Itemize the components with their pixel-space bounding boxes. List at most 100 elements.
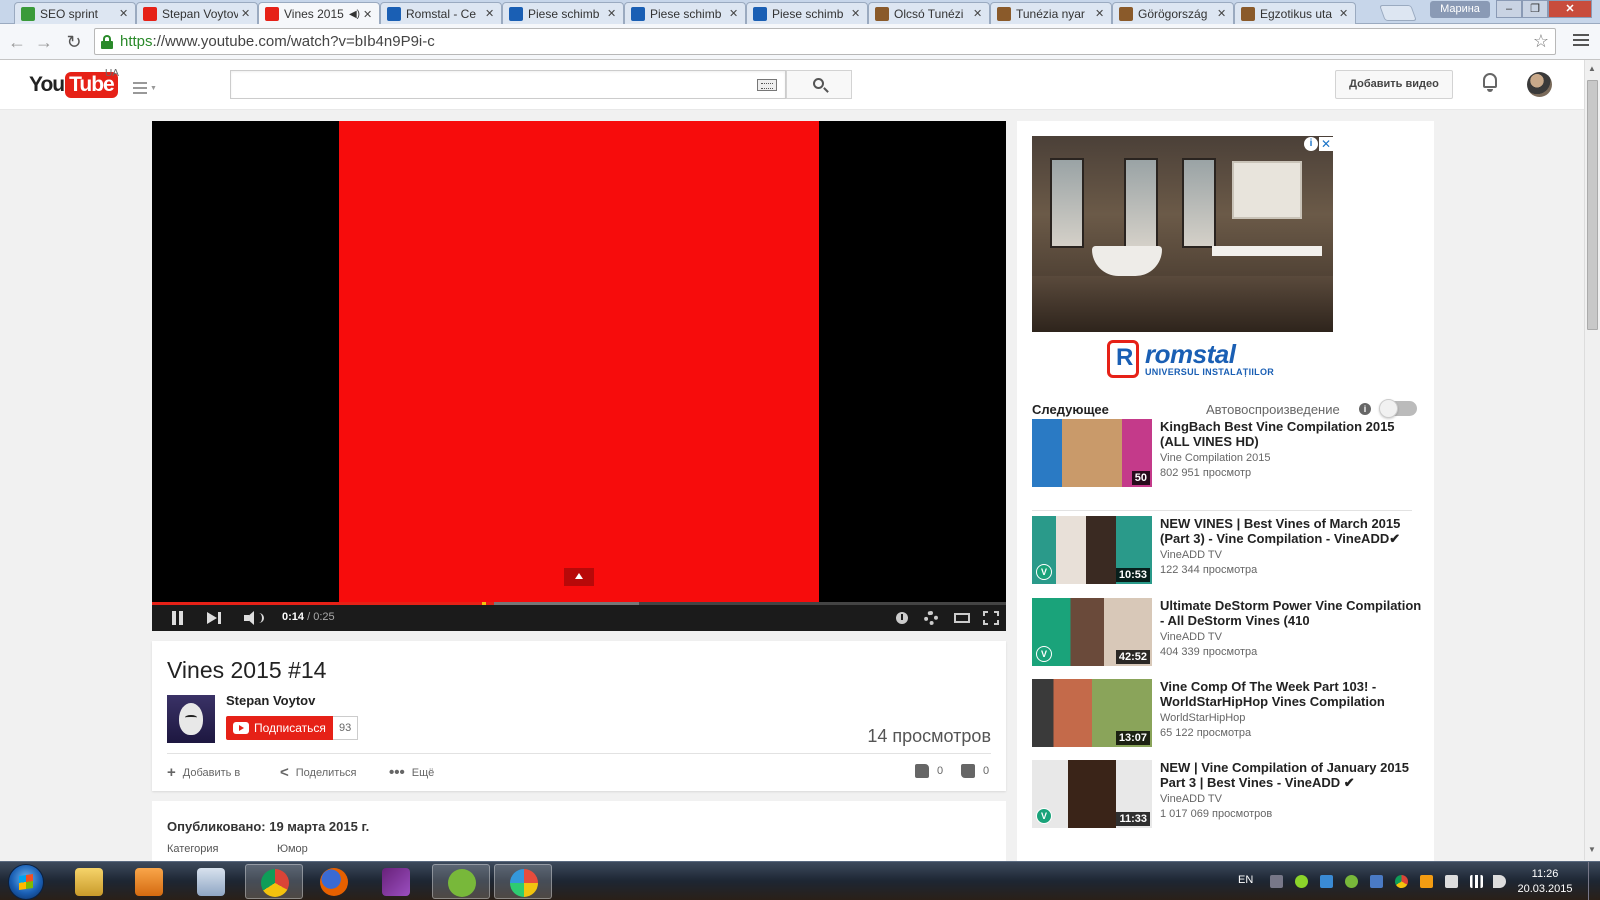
taskbar-calculator[interactable] <box>182 864 240 899</box>
new-tab-button[interactable] <box>1379 5 1417 21</box>
search-button[interactable] <box>786 70 852 99</box>
minimize-button[interactable]: – <box>1496 0 1522 18</box>
related-video-title[interactable]: Vine Comp Of The Week Part 103! - WorldS… <box>1160 679 1422 709</box>
url-text[interactable]: https://www.youtube.com/watch?v=bIb4n9P9… <box>120 33 435 50</box>
upload-button[interactable]: Добавить видео <box>1335 70 1453 99</box>
tray-rss-icon[interactable] <box>1420 875 1433 888</box>
related-video-title[interactable]: Ultimate DeStorm Power Vine Compilation … <box>1160 598 1422 628</box>
maximize-button[interactable]: ❐ <box>1522 0 1548 18</box>
guide-menu-icon[interactable] <box>133 82 147 97</box>
scroll-thumb[interactable] <box>1587 80 1598 330</box>
autoplay-toggle[interactable] <box>1379 399 1417 418</box>
related-video-title[interactable]: NEW | Vine Compilation of January 2015 P… <box>1160 760 1422 790</box>
close-window-button[interactable]: ✕ <box>1548 0 1592 18</box>
autoplay-info-icon[interactable]: i <box>1359 403 1371 415</box>
browser-tab[interactable]: Piese schimb ✕ <box>502 2 624 24</box>
related-video-item[interactable]: V 10:53 NEW VINES | Best Vines of March 20… <box>1032 516 1422 586</box>
youtube-logo[interactable]: You Tube UA <box>29 68 119 98</box>
video-player[interactable]: 0:14 / 0:25 <box>152 121 1006 631</box>
scroll-down-icon[interactable]: ▼ <box>1588 845 1596 854</box>
subscribe-button[interactable]: Подписаться <box>226 716 334 740</box>
add-to-button[interactable]: + Добавить в <box>167 764 240 781</box>
related-video-title[interactable]: NEW VINES | Best Vines of March 2015 (Pa… <box>1160 516 1422 546</box>
video-thumbnail[interactable]: 13:07 <box>1032 679 1152 747</box>
video-thumbnail[interactable]: 50 <box>1032 419 1152 487</box>
system-clock[interactable]: 11:26 20.03.2015 <box>1515 867 1575 897</box>
tab-close-icon[interactable]: ✕ <box>607 7 617 20</box>
browser-menu-icon[interactable] <box>1573 34 1589 48</box>
keyboard-icon[interactable] <box>757 79 777 91</box>
related-video-item[interactable]: V 42:52 Ultimate DeStorm Power Vine Compil… <box>1032 598 1422 668</box>
tab-close-icon[interactable]: ✕ <box>1339 7 1349 20</box>
tray-plus-icon[interactable] <box>1295 875 1308 888</box>
channel-name[interactable]: Stepan Voytov <box>226 693 315 708</box>
tray-battery-icon[interactable] <box>1445 875 1458 888</box>
share-button[interactable]: < Поделиться <box>280 764 357 781</box>
browser-tab[interactable]: Piese schimb ✕ <box>746 2 868 24</box>
scroll-up-icon[interactable]: ▲ <box>1588 64 1596 73</box>
romstal-logo[interactable]: romstal UNIVERSUL INSTALAȚIILOR <box>1107 340 1274 378</box>
tab-close-icon[interactable]: ✕ <box>729 7 739 20</box>
browser-tab[interactable]: SEO sprint ✕ <box>14 2 136 24</box>
address-bar[interactable]: https://www.youtube.com/watch?v=bIb4n9P9… <box>94 28 1556 55</box>
taskbar-utorrent[interactable] <box>432 864 490 899</box>
forward-arrow-icon[interactable]: → <box>33 32 55 53</box>
tray-utorrent-icon[interactable] <box>1345 875 1358 888</box>
tab-close-icon[interactable]: ✕ <box>851 7 861 20</box>
ad-info-icon[interactable]: i <box>1304 137 1318 151</box>
more-button[interactable]: ••• Ещё <box>389 764 434 781</box>
reload-icon[interactable]: ↻ <box>63 32 85 53</box>
browser-tab[interactable]: Görögország ✕ <box>1112 2 1234 24</box>
tab-close-icon[interactable]: ✕ <box>241 7 251 20</box>
bookmark-star-icon[interactable]: ☆ <box>1533 31 1549 52</box>
tray-chrome-icon[interactable] <box>1395 875 1408 888</box>
tray-device-icon[interactable] <box>1370 875 1383 888</box>
dislike-button[interactable]: 0 <box>961 764 989 778</box>
theater-mode-icon[interactable] <box>954 613 970 623</box>
account-avatar[interactable] <box>1527 72 1552 97</box>
annotation-expand-button[interactable] <box>564 568 594 586</box>
browser-profile[interactable]: Марина <box>1430 1 1490 18</box>
video-thumbnail[interactable]: V 42:52 <box>1032 598 1152 666</box>
tray-network-icon[interactable] <box>1320 875 1333 888</box>
browser-tab[interactable]: Piese schimb ✕ <box>624 2 746 24</box>
info-icon[interactable] <box>896 612 908 624</box>
volume-icon[interactable] <box>244 611 264 625</box>
tab-close-icon[interactable]: ✕ <box>485 7 495 20</box>
language-indicator[interactable]: EN <box>1238 874 1253 886</box>
taskbar-firefox[interactable] <box>305 864 363 899</box>
ad-close-icon[interactable]: ✕ <box>1319 137 1333 151</box>
video-thumbnail[interactable]: V 10:53 <box>1032 516 1152 584</box>
tab-close-icon[interactable]: ✕ <box>973 7 983 20</box>
settings-gear-icon[interactable] <box>924 611 938 625</box>
start-button[interactable] <box>8 864 44 900</box>
taskbar-visual-studio[interactable] <box>367 864 425 899</box>
related-video-item[interactable]: 50 KingBach Best Vine Compilation 2015 (A… <box>1032 419 1422 489</box>
show-desktop-button[interactable] <box>1588 862 1600 900</box>
taskbar-paint[interactable] <box>494 864 552 899</box>
notifications-bell-icon[interactable] <box>1482 73 1498 93</box>
channel-avatar[interactable] <box>167 695 215 743</box>
browser-tab[interactable]: Tunézia nyar ✕ <box>990 2 1112 24</box>
tab-close-icon[interactable]: ✕ <box>1217 7 1227 20</box>
next-icon[interactable] <box>207 611 223 625</box>
browser-tab[interactable]: Romstal - Ce ✕ <box>380 2 502 24</box>
signal-bars-icon[interactable] <box>1470 875 1483 888</box>
browser-tab[interactable]: Vines 2015 ◀) ✕ <box>258 2 380 25</box>
video-frame[interactable] <box>339 121 819 603</box>
speaker-icon[interactable] <box>1493 875 1506 888</box>
tab-audio-icon[interactable]: ◀) <box>349 9 360 20</box>
pause-icon[interactable] <box>172 611 184 625</box>
browser-tab[interactable]: Egzotikus uta ✕ <box>1234 2 1356 24</box>
taskbar-chrome[interactable] <box>245 864 303 899</box>
page-scrollbar[interactable]: ▲ ▼ <box>1584 60 1600 860</box>
tab-close-icon[interactable]: ✕ <box>1095 7 1105 20</box>
related-video-item[interactable]: V 11:33 NEW | Vine Compilation of January … <box>1032 760 1422 830</box>
related-video-item[interactable]: 13:07 Vine Comp Of The Week Part 103! - W… <box>1032 679 1422 749</box>
like-button[interactable]: 0 <box>915 764 943 778</box>
taskbar-explorer[interactable] <box>60 864 118 899</box>
video-thumbnail[interactable]: V 11:33 <box>1032 760 1152 828</box>
fullscreen-icon[interactable] <box>983 611 999 625</box>
taskbar-media-player[interactable] <box>120 864 178 899</box>
category-value[interactable]: Юмор <box>277 843 308 855</box>
